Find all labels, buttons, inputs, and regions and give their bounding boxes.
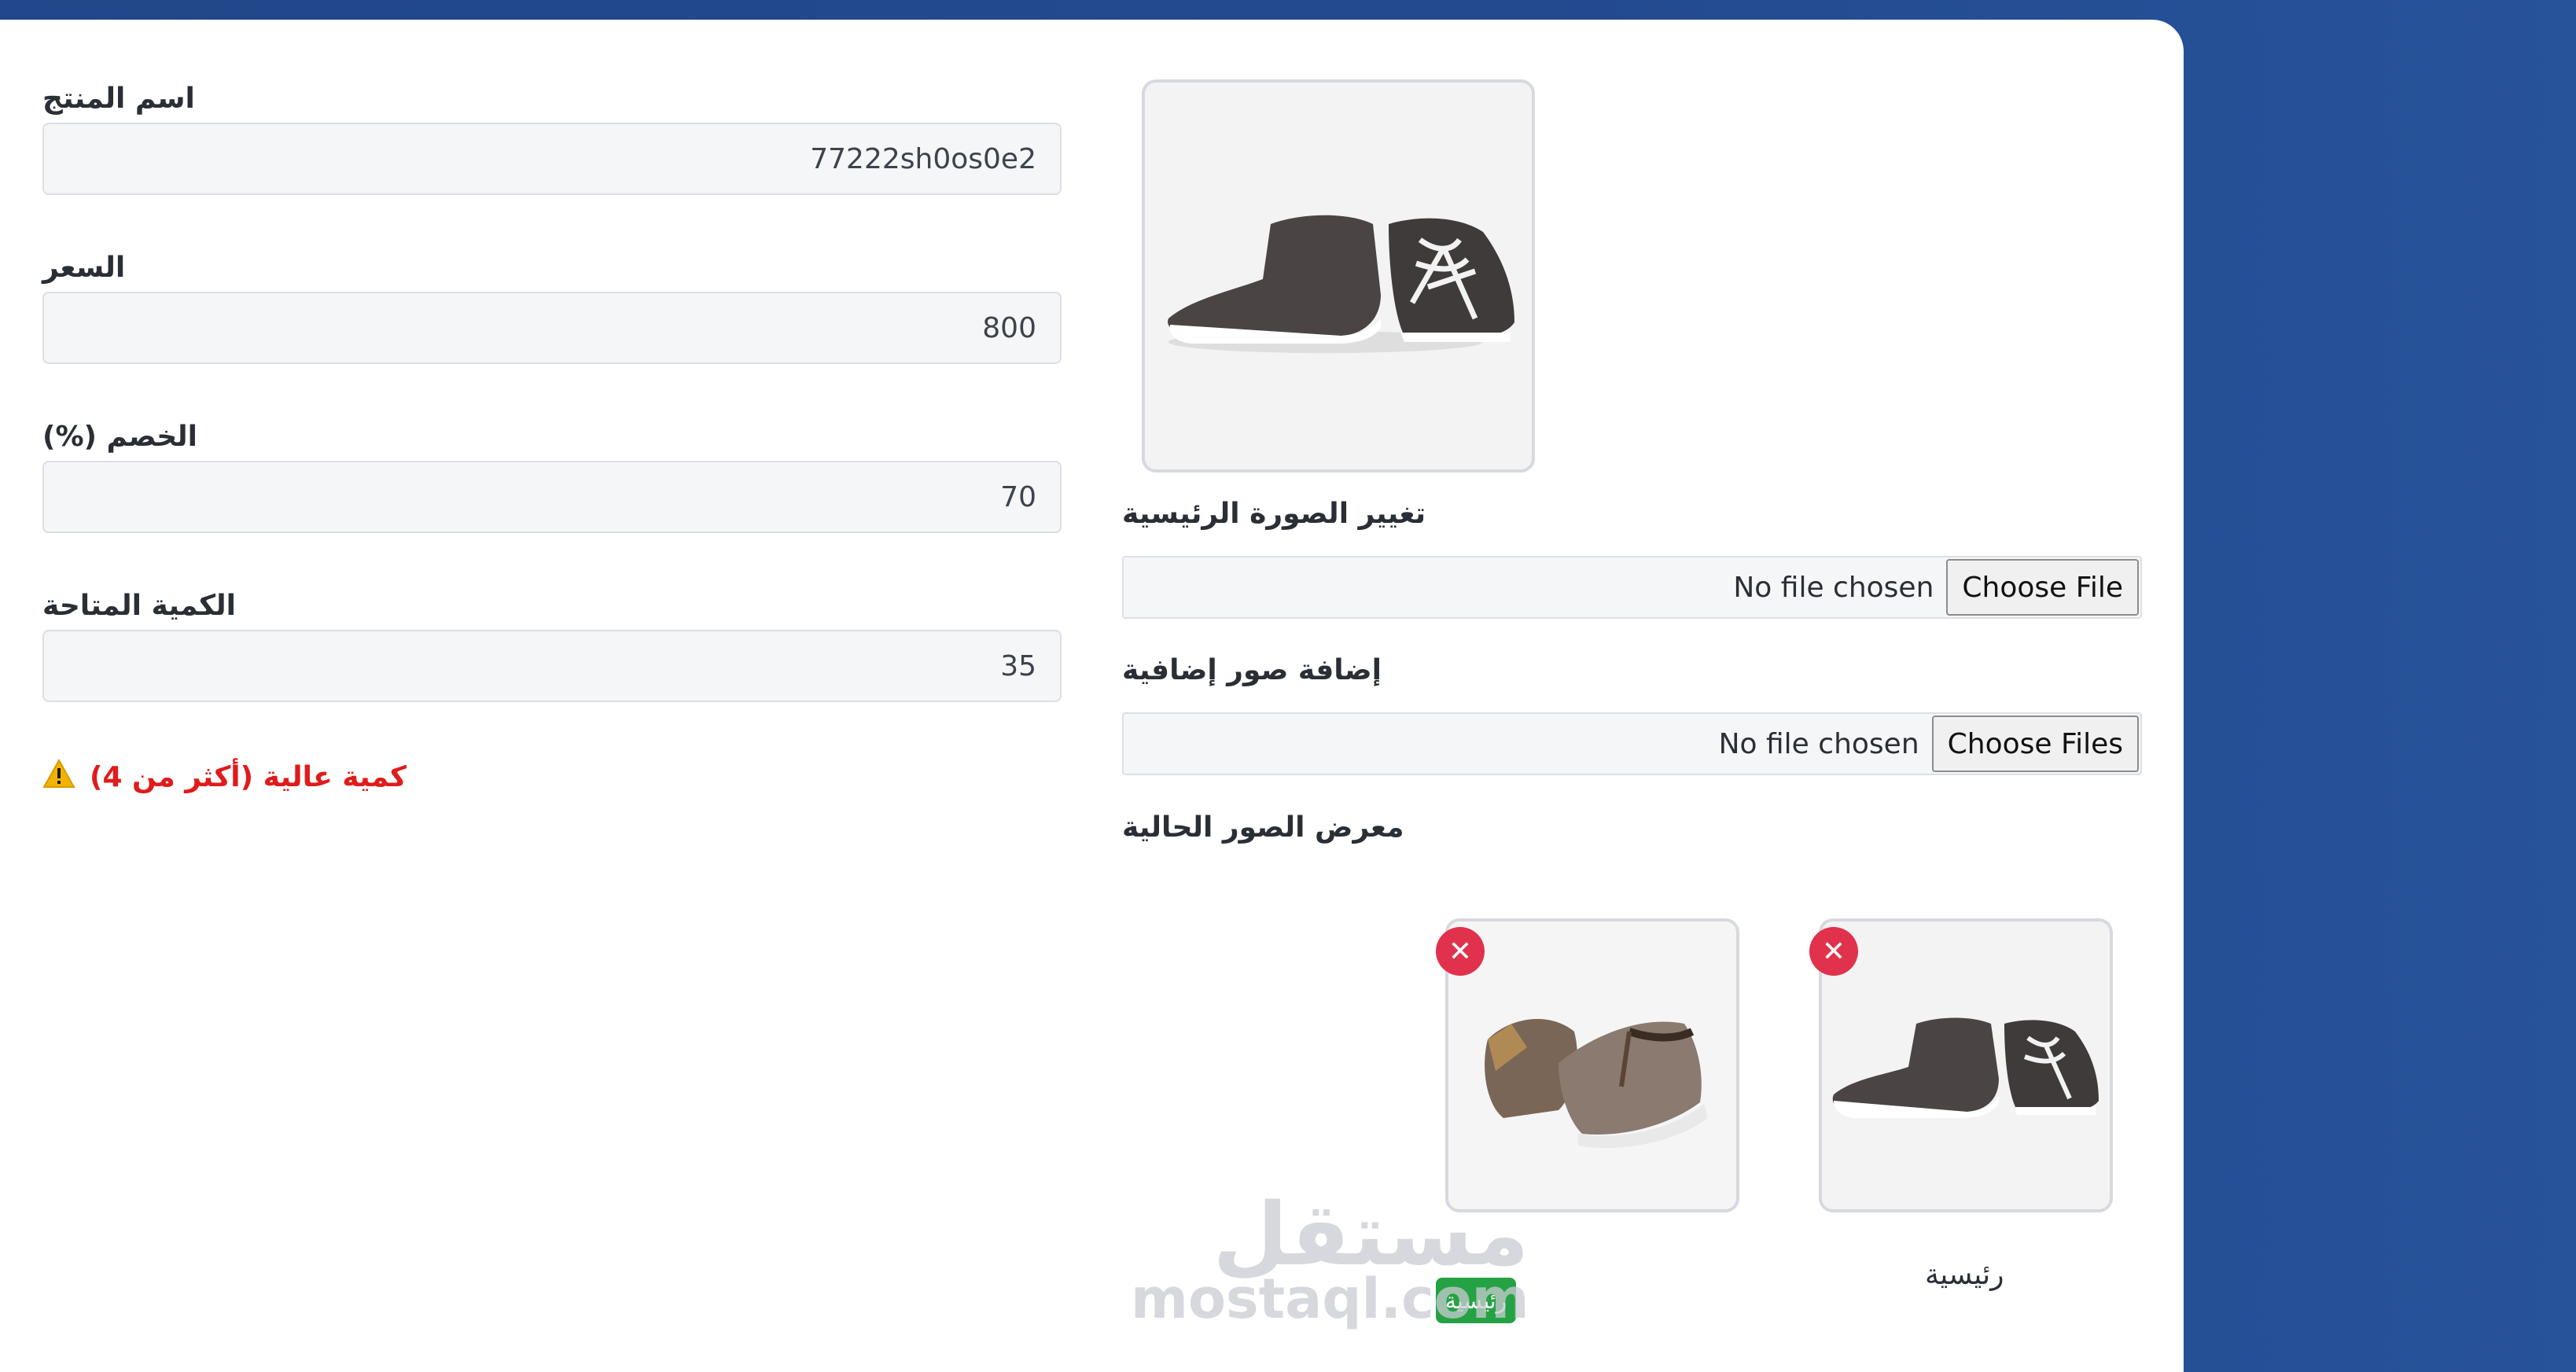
product-name-label: اسم المنتج [42,83,195,115]
watermark-arabic: مستقل [1213,1184,1529,1285]
gallery-image-1 [1445,918,1739,1212]
price-input[interactable]: 800 [42,292,1062,364]
gallery-image-2 [1819,918,2113,1212]
main-image-file-input[interactable]: No file chosen Choose File [1122,556,2142,619]
discount-input[interactable]: 70 [42,461,1062,533]
quantity-input[interactable]: 35 [42,630,1062,702]
discount-value: 70 [1000,480,1036,513]
watermark-latin: mostaql.com [1131,1267,1529,1331]
gallery-label: معرض الصور الحالية [1122,811,1404,844]
gallery-caption-main: رئيسية [1925,1259,2004,1291]
change-main-image-label: تغيير الصورة الرئيسية [1122,498,1426,530]
additional-images-file-input[interactable]: No file chosen Choose Files [1122,712,2142,775]
mostaql-watermark: مستقل mostaql.com [1131,1191,1529,1326]
choose-files-button[interactable]: Choose Files [1931,715,2139,772]
price-label: السعر [42,252,126,284]
product-name-value: 77222sh0os0e2 [810,142,1036,175]
shoe-image [1822,921,2110,1209]
main-image-no-file: No file chosen [1733,571,1934,604]
delete-gallery-image-1[interactable]: ✕ [1436,927,1485,976]
product-name-input[interactable]: 77222sh0os0e2 [42,123,1062,195]
add-images-label: إضافة صور إضافية [1122,654,1382,686]
choose-file-button[interactable]: Choose File [1946,559,2139,616]
quantity-label: الكمية المتاحة [42,590,236,622]
quantity-value: 35 [1000,649,1036,682]
price-value: 800 [982,311,1036,344]
delete-gallery-image-2[interactable]: ✕ [1809,927,1858,976]
warning-text: كمية عالية (أكثر من 4) [90,761,407,793]
edit-product-card: اسم المنتج 77222sh0os0e2 السعر 800 الخصم… [0,20,2184,1372]
shoe-image [1448,921,1736,1209]
warning-icon [42,758,75,796]
main-image-preview [1142,79,1535,473]
additional-images-no-file: No file chosen [1718,727,1919,760]
shoe-image [1145,83,1532,469]
discount-label: الخصم (%) [42,421,198,453]
quantity-warning: كمية عالية (أكثر من 4) [42,758,407,796]
